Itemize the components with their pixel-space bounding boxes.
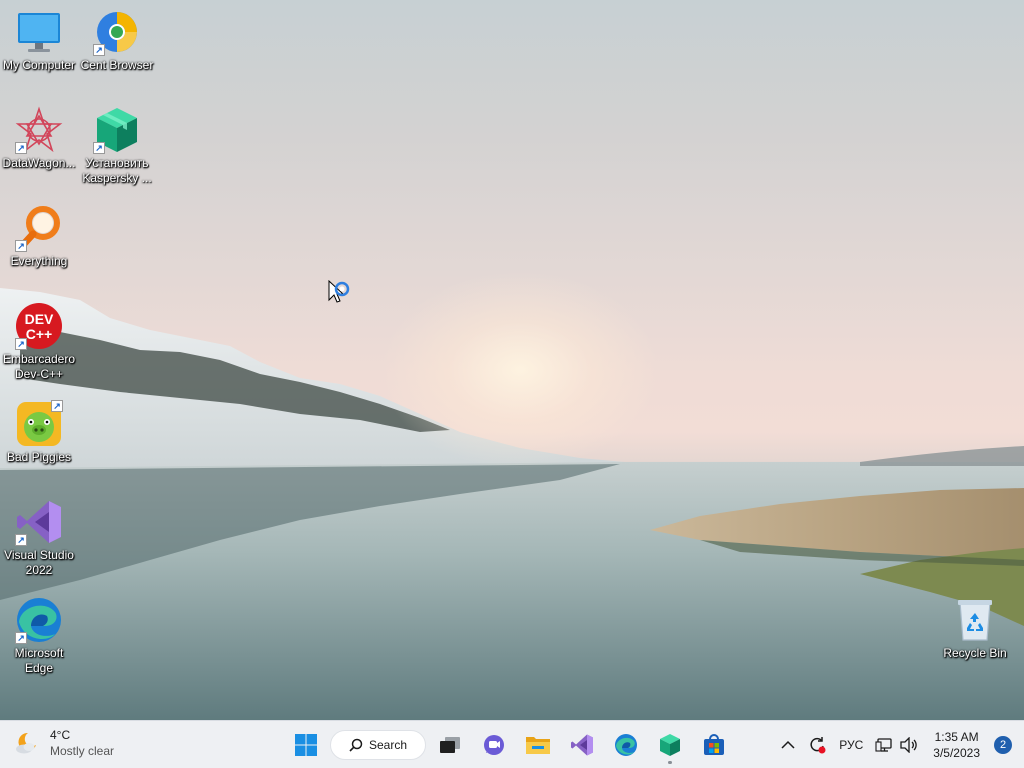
desktop-icon-label: Visual Studio 2022	[4, 548, 74, 577]
kaspersky-button[interactable]	[648, 725, 692, 765]
task-view-icon	[440, 737, 460, 753]
desktop-icon-datawagon[interactable]: ↗ DataWagon...	[0, 106, 78, 171]
weather-condition: Mostly clear	[50, 744, 115, 758]
visual-studio-icon	[571, 734, 593, 756]
everything-search-icon: ↗	[15, 204, 63, 252]
desktop-icon-label: Recycle Bin	[943, 646, 1007, 660]
running-indicator	[668, 761, 672, 764]
desktop: My Computer ↗ Cent Browser ↗ DataWagon..…	[0, 0, 1024, 720]
search-icon	[349, 738, 363, 752]
speaker-icon	[900, 737, 918, 753]
desktop-icon-my-computer[interactable]: My Computer	[0, 8, 78, 73]
search-label: Search	[368, 738, 408, 752]
monitor-icon	[15, 8, 63, 56]
weather-widget[interactable]: 4°C Mostly clear	[14, 727, 114, 759]
sync-error-icon	[810, 737, 826, 754]
edge-button[interactable]	[604, 725, 648, 765]
busy-cursor-icon	[328, 280, 350, 303]
desktop-icon-label: My Computer	[2, 58, 76, 72]
dev-cpp-icon: DEV C++ ↗	[15, 302, 63, 350]
shortcut-arrow-icon: ↗	[15, 632, 27, 644]
task-view-button[interactable]	[428, 725, 472, 765]
cent-browser-icon: ↗	[93, 8, 141, 56]
chevron-up-icon	[781, 740, 795, 749]
kaspersky-box-icon: ↗	[93, 106, 141, 154]
datawagon-icon: ↗	[15, 106, 63, 154]
bad-piggies-icon: ↗	[15, 400, 63, 448]
shortcut-arrow-icon: ↗	[15, 534, 27, 546]
shortcut-arrow-icon: ↗	[93, 142, 105, 154]
desktop-icon-label: DataWagon...	[2, 156, 76, 170]
start-button[interactable]	[284, 725, 328, 765]
desktop-icon-label: Microsoft Edge	[14, 646, 64, 675]
network-icon	[875, 738, 892, 752]
desktop-icon-visual-studio[interactable]: ↗ Visual Studio 2022	[0, 498, 78, 578]
clock-date: 3/5/2023	[933, 746, 980, 760]
svg-text:C++: C++	[26, 326, 52, 342]
system-tray: РУС 1:35 AM 3/5/2023 2	[775, 721, 1024, 768]
store-icon	[704, 734, 724, 755]
teams-chat-icon	[484, 735, 504, 755]
shortcut-arrow-icon: ↗	[15, 240, 27, 252]
desktop-icon-everything[interactable]: ↗ Everything	[0, 204, 78, 269]
desktop-icon-label: Cent Browser	[80, 58, 154, 72]
clock-button[interactable]: 1:35 AM 3/5/2023	[925, 721, 988, 768]
desktop-icon-dev-cpp[interactable]: DEV C++ ↗ Embarcadero Dev-C++	[0, 302, 78, 382]
taskbar-search-button[interactable]: Search	[330, 730, 426, 760]
desktop-icon-kaspersky[interactable]: ↗ Установить Kaspersky ...	[78, 106, 156, 186]
desktop-icon-label: Everything	[10, 254, 68, 268]
edge-icon: ↗	[15, 596, 63, 644]
shortcut-arrow-icon: ↗	[15, 338, 27, 350]
shortcut-arrow-icon: ↗	[93, 44, 105, 56]
taskbar-center: Search	[284, 725, 736, 765]
input-language-button[interactable]: РУС	[833, 721, 869, 768]
sun-glow	[380, 270, 660, 470]
recycle-bin-icon	[951, 596, 999, 644]
shortcut-arrow-icon: ↗	[51, 400, 63, 412]
shortcut-arrow-icon: ↗	[15, 142, 27, 154]
svg-text:DEV: DEV	[25, 311, 54, 327]
kaspersky-box-icon	[660, 734, 680, 756]
visual-studio-icon: ↗	[15, 498, 63, 546]
edge-icon	[615, 734, 637, 756]
sync-status-button[interactable]	[801, 721, 833, 768]
store-button[interactable]	[692, 725, 736, 765]
taskbar: 4°C Mostly clear Search РУС 1:35 AM 3/5/…	[0, 720, 1024, 768]
desktop-icon-cent-browser[interactable]: ↗ Cent Browser	[78, 8, 156, 73]
desktop-icon-bad-piggies[interactable]: ↗ Bad Piggies	[0, 400, 78, 465]
visual-studio-button[interactable]	[560, 725, 604, 765]
notification-badge[interactable]: 2	[994, 736, 1012, 754]
moon-cloud-icon	[16, 732, 36, 754]
desktop-icon-label: Embarcadero Dev-C++	[2, 352, 76, 381]
file-explorer-button[interactable]	[516, 725, 560, 765]
weather-temperature: 4°C	[50, 728, 71, 742]
show-hidden-icons-button[interactable]	[775, 721, 801, 768]
network-volume-button[interactable]	[869, 721, 925, 768]
clock-time: 1:35 AM	[934, 730, 979, 744]
desktop-icon-recycle-bin[interactable]: Recycle Bin	[936, 596, 1014, 661]
desktop-icon-label: Установить Kaspersky ...	[82, 156, 152, 185]
desktop-icon-edge[interactable]: ↗ Microsoft Edge	[0, 596, 78, 676]
windows-start-icon	[295, 734, 317, 756]
desktop-icon-label: Bad Piggies	[6, 450, 72, 464]
folder-icon	[526, 737, 550, 754]
chat-button[interactable]	[472, 725, 516, 765]
